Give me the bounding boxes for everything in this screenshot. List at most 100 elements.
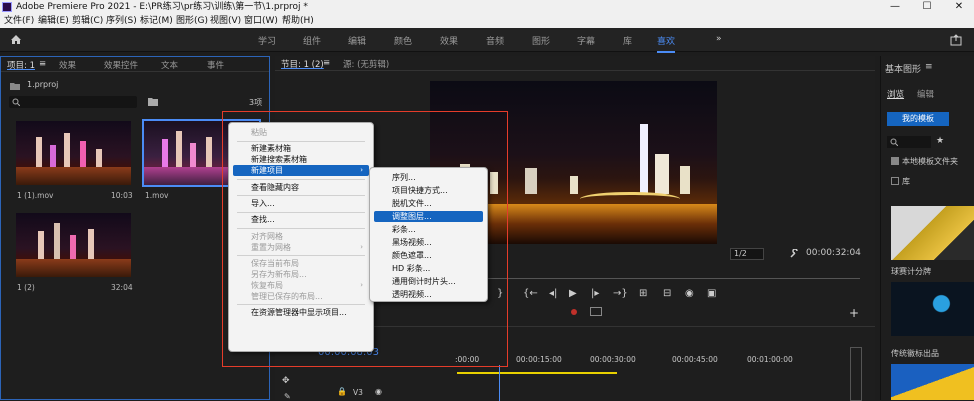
tab-effects[interactable]: 效果 bbox=[59, 59, 76, 71]
playhead[interactable] bbox=[499, 365, 500, 401]
safe-margins-icon[interactable] bbox=[590, 307, 602, 316]
menu-item[interactable]: 彩条... bbox=[374, 224, 483, 235]
workspace-libraries[interactable]: 库 bbox=[623, 34, 632, 47]
workspace-audio[interactable]: 音频 bbox=[486, 34, 504, 47]
menu-item[interactable]: 脱机文件... bbox=[374, 198, 483, 209]
tab-browse[interactable]: 浏览 bbox=[887, 88, 904, 100]
tab-program[interactable]: 节目: 1 (2) bbox=[281, 58, 324, 70]
lock-icon[interactable]: 🔒 bbox=[337, 387, 347, 396]
share-icon[interactable] bbox=[950, 34, 962, 46]
menu-item[interactable]: 序列... bbox=[374, 172, 483, 183]
template-thumbnail[interactable] bbox=[891, 364, 974, 400]
workspace-color[interactable]: 颜色 bbox=[394, 34, 412, 47]
menu-item[interactable]: 调整图层... bbox=[374, 211, 483, 222]
menu-item[interactable]: 新建搜索素材箱 bbox=[233, 154, 369, 165]
monitor-menu-icon[interactable]: ≡ bbox=[323, 58, 330, 68]
workspace-assembly[interactable]: 组件 bbox=[303, 34, 321, 47]
clip-thumbnail[interactable] bbox=[16, 121, 131, 185]
menu-marker[interactable]: 标记(M) bbox=[140, 14, 173, 28]
compare-icon[interactable]: ▣ bbox=[707, 288, 716, 299]
add-button-icon[interactable]: + bbox=[849, 306, 859, 320]
workspace-editing[interactable]: 编辑 bbox=[348, 34, 366, 47]
menu-item-label: 重置为网格 bbox=[251, 242, 291, 252]
menu-item[interactable]: 项目快捷方式... bbox=[374, 185, 483, 196]
tab-source[interactable]: 源: (无剪辑) bbox=[343, 58, 389, 70]
workspace-favorites[interactable]: 喜欢 bbox=[657, 34, 676, 53]
menu-sequence[interactable]: 序列(S) bbox=[106, 14, 137, 28]
home-icon[interactable] bbox=[10, 34, 22, 45]
play-icon[interactable]: ▶ bbox=[569, 288, 577, 299]
template-scoreboard[interactable] bbox=[891, 206, 974, 260]
context-menu: 粘贴 新建素材箱 新建搜索素材箱 新建项目 › 查看隐藏内容 导入... 查找... 对齐网格重… bbox=[228, 122, 374, 352]
sequence-thumbnail[interactable] bbox=[16, 213, 131, 277]
panel-title: 基本图形 bbox=[885, 65, 922, 75]
tab-edit[interactable]: 编辑 bbox=[917, 88, 934, 100]
menu-item[interactable]: 颜色遮罩... bbox=[374, 250, 483, 261]
local-templates-checkbox[interactable] bbox=[891, 157, 899, 165]
project-menu-icon[interactable]: ≡ bbox=[39, 59, 46, 69]
close-icon[interactable]: ✕ bbox=[944, 0, 974, 14]
lift-icon[interactable]: ⊞ bbox=[639, 288, 647, 299]
template-search-input[interactable] bbox=[887, 136, 931, 148]
maximize-icon[interactable]: ☐ bbox=[912, 0, 942, 14]
menu-graphics[interactable]: 图形(G) bbox=[176, 14, 208, 28]
star-icon[interactable]: ★ bbox=[936, 136, 944, 146]
audio-meter bbox=[850, 347, 862, 401]
playhead-scrubber[interactable] bbox=[460, 278, 860, 279]
menu-item: 管理已保存的布局... bbox=[233, 291, 369, 302]
menu-item[interactable]: 新建项目 › bbox=[233, 165, 369, 177]
chevron-right-icon: › bbox=[360, 242, 363, 251]
resolution-select[interactable]: 1/2 bbox=[730, 248, 764, 260]
workspace-effects[interactable]: 效果 bbox=[440, 34, 458, 47]
menu-separator bbox=[237, 178, 365, 180]
wrench-icon[interactable] bbox=[789, 249, 799, 259]
clip-duration: 10:03 bbox=[111, 191, 133, 200]
ripple-edit-icon[interactable]: ✥ bbox=[282, 376, 290, 386]
menu-help[interactable]: 帮助(H) bbox=[282, 14, 314, 28]
workspace-more-icon[interactable]: » bbox=[716, 34, 722, 44]
extract-icon[interactable]: ⊟ bbox=[663, 288, 671, 299]
menu-item[interactable]: 透明视频... bbox=[374, 289, 483, 300]
minimize-icon[interactable]: — bbox=[880, 0, 910, 14]
step-forward-icon[interactable]: |▸ bbox=[591, 288, 599, 299]
project-search-input[interactable] bbox=[9, 96, 137, 108]
step-back-icon[interactable]: ◂| bbox=[549, 288, 557, 299]
menu-item[interactable]: 新建素材箱 bbox=[233, 143, 369, 154]
menu-item-label: 另存为新布局... bbox=[251, 269, 307, 279]
project-file-name: 1.prproj bbox=[27, 80, 59, 89]
tab-effect-controls[interactable]: 效果控件 bbox=[104, 59, 138, 71]
menu-item[interactable]: 黑场视频... bbox=[374, 237, 483, 248]
menu-file[interactable]: 文件(F) bbox=[4, 14, 34, 28]
tab-project[interactable]: 项目: 1 bbox=[7, 59, 35, 71]
menu-edit[interactable]: 编辑(E) bbox=[38, 14, 69, 28]
tab-text[interactable]: 文本 bbox=[161, 59, 178, 71]
menu-item[interactable]: 查找... bbox=[233, 214, 369, 225]
menu-item-label: 颜色遮罩... bbox=[392, 251, 432, 260]
workspace-learn[interactable]: 学习 bbox=[258, 34, 276, 47]
template-logo[interactable] bbox=[891, 282, 974, 336]
menu-item[interactable]: 通用倒计时片头... bbox=[374, 276, 483, 287]
track-label: V3 bbox=[353, 388, 363, 397]
eye-icon[interactable]: ◉ bbox=[375, 387, 382, 396]
go-to-out-icon[interactable]: →} bbox=[613, 288, 628, 299]
new-bin-from-search-icon[interactable] bbox=[148, 97, 158, 106]
menu-item[interactable]: 导入... bbox=[233, 198, 369, 209]
export-frame-icon[interactable]: ◉ bbox=[685, 288, 694, 299]
menu-view[interactable]: 视图(V) bbox=[210, 14, 241, 28]
record-icon[interactable] bbox=[571, 309, 577, 315]
go-to-in-icon[interactable]: {← bbox=[523, 288, 538, 299]
menu-item: 粘贴 bbox=[233, 127, 369, 138]
menu-clip[interactable]: 剪辑(C) bbox=[72, 14, 103, 28]
menu-window[interactable]: 窗口(W) bbox=[244, 14, 278, 28]
work-area-bar[interactable] bbox=[457, 372, 617, 374]
eg-menu-icon[interactable]: ≡ bbox=[925, 62, 933, 72]
my-templates-button[interactable]: 我的模板 bbox=[887, 112, 949, 126]
sequence-name: 1 (2) bbox=[17, 283, 35, 292]
menu-item[interactable]: 查看隐藏内容 bbox=[233, 182, 369, 193]
workspace-captions[interactable]: 字幕 bbox=[577, 34, 595, 47]
menu-item[interactable]: HD 彩条... bbox=[374, 263, 483, 274]
menu-item[interactable]: 在资源管理器中显示项目... bbox=[233, 307, 369, 318]
workspace-graphics[interactable]: 图形 bbox=[532, 34, 550, 47]
library-checkbox[interactable] bbox=[891, 177, 899, 185]
tab-events[interactable]: 事件 bbox=[207, 59, 224, 71]
